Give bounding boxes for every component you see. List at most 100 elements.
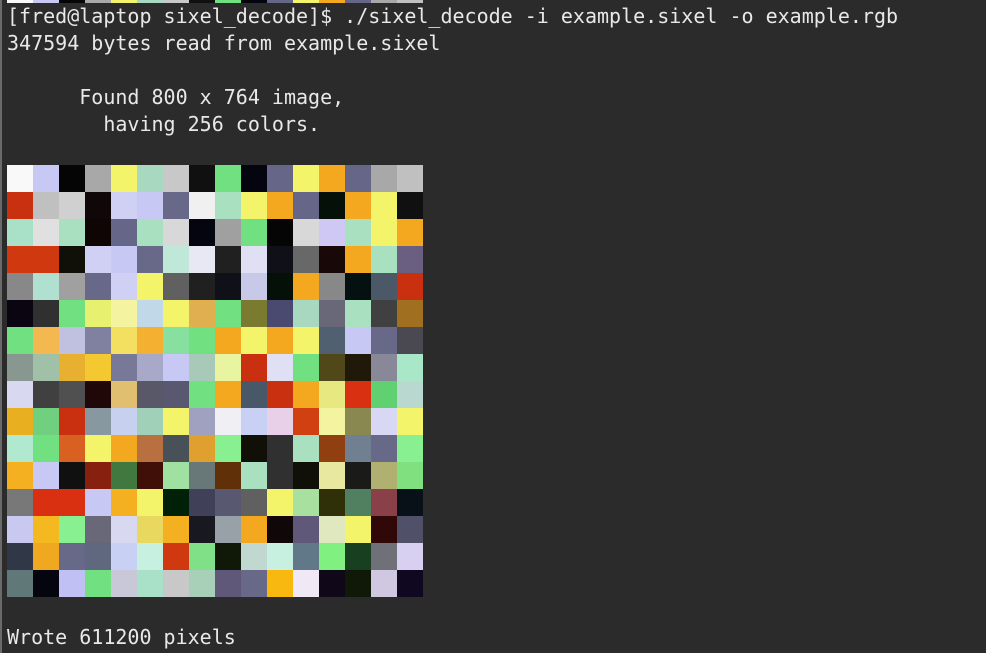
image-pixel bbox=[33, 516, 59, 543]
image-pixel bbox=[137, 462, 163, 489]
image-pixel bbox=[85, 246, 111, 273]
image-pixel bbox=[397, 489, 423, 516]
image-pixel bbox=[371, 570, 397, 597]
image-pixel bbox=[163, 354, 189, 381]
image-pixel bbox=[33, 489, 59, 516]
image-pixel bbox=[371, 408, 397, 435]
image-pixel bbox=[267, 462, 293, 489]
image-pixel bbox=[189, 219, 215, 246]
image-pixel bbox=[293, 219, 319, 246]
image-pixel bbox=[241, 543, 267, 570]
image-pixel bbox=[371, 354, 397, 381]
image-pixel bbox=[189, 165, 215, 192]
image-pixel bbox=[319, 381, 345, 408]
image-pixel bbox=[85, 192, 111, 219]
image-pixel bbox=[293, 381, 319, 408]
image-pixel bbox=[59, 273, 85, 300]
image-pixel bbox=[267, 381, 293, 408]
image-pixel bbox=[111, 408, 137, 435]
image-pixel bbox=[371, 273, 397, 300]
image-pixel bbox=[59, 246, 85, 273]
image-pixel bbox=[345, 246, 371, 273]
image-pixel bbox=[293, 165, 319, 192]
image-pixel bbox=[33, 273, 59, 300]
image-pixel bbox=[85, 516, 111, 543]
image-pixel bbox=[267, 300, 293, 327]
image-pixel bbox=[33, 543, 59, 570]
image-pixel bbox=[163, 192, 189, 219]
image-pixel bbox=[163, 435, 189, 462]
image-pixel bbox=[371, 462, 397, 489]
image-pixel bbox=[33, 354, 59, 381]
image-pixel bbox=[345, 300, 371, 327]
image-pixel bbox=[293, 435, 319, 462]
image-pixel bbox=[215, 354, 241, 381]
image-pixel bbox=[189, 354, 215, 381]
image-pixel bbox=[345, 273, 371, 300]
image-pixel bbox=[241, 570, 267, 597]
image-pixel bbox=[7, 192, 33, 219]
image-pixel bbox=[111, 435, 137, 462]
image-pixel bbox=[137, 327, 163, 354]
image-pixel bbox=[85, 570, 111, 597]
image-pixel bbox=[345, 489, 371, 516]
image-pixel bbox=[33, 570, 59, 597]
image-pixel bbox=[397, 354, 423, 381]
image-pixel bbox=[163, 489, 189, 516]
image-pixel bbox=[189, 570, 215, 597]
image-pixel bbox=[33, 408, 59, 435]
image-pixel bbox=[163, 408, 189, 435]
image-pixel bbox=[33, 435, 59, 462]
image-pixel bbox=[267, 435, 293, 462]
image-pixel bbox=[111, 381, 137, 408]
image-pixel bbox=[397, 300, 423, 327]
image-pixel bbox=[267, 570, 293, 597]
image-pixel bbox=[137, 165, 163, 192]
image-pixel bbox=[59, 165, 85, 192]
image-pixel bbox=[33, 246, 59, 273]
image-pixel bbox=[397, 435, 423, 462]
image-pixel bbox=[7, 219, 33, 246]
image-pixel bbox=[293, 462, 319, 489]
image-pixel bbox=[293, 273, 319, 300]
image-pixel bbox=[397, 165, 423, 192]
image-pixel bbox=[59, 300, 85, 327]
image-pixel bbox=[7, 246, 33, 273]
image-pixel bbox=[371, 219, 397, 246]
image-pixel bbox=[137, 543, 163, 570]
image-pixel bbox=[371, 516, 397, 543]
image-pixel bbox=[137, 354, 163, 381]
image-pixel bbox=[85, 300, 111, 327]
image-pixel bbox=[59, 327, 85, 354]
image-pixel bbox=[7, 381, 33, 408]
image-pixel bbox=[163, 165, 189, 192]
image-pixel bbox=[371, 435, 397, 462]
image-pixel bbox=[319, 192, 345, 219]
image-pixel bbox=[137, 219, 163, 246]
image-pixel bbox=[397, 570, 423, 597]
image-pixel bbox=[345, 435, 371, 462]
image-pixel bbox=[7, 516, 33, 543]
image-pixel bbox=[371, 300, 397, 327]
image-pixel bbox=[163, 273, 189, 300]
terminal-window[interactable]: [fred@laptop sixel_decode]$ ./sixel_deco… bbox=[0, 0, 986, 653]
image-pixel bbox=[241, 381, 267, 408]
image-pixel bbox=[163, 219, 189, 246]
image-pixel bbox=[163, 327, 189, 354]
image-pixel bbox=[293, 543, 319, 570]
image-pixel bbox=[111, 543, 137, 570]
image-pixel bbox=[397, 408, 423, 435]
image-pixel bbox=[33, 192, 59, 219]
image-pixel bbox=[59, 489, 85, 516]
image-pixel bbox=[241, 219, 267, 246]
window-border bbox=[0, 0, 2, 653]
image-pixel bbox=[215, 300, 241, 327]
image-pixel bbox=[59, 354, 85, 381]
image-pixel bbox=[345, 462, 371, 489]
image-pixel bbox=[345, 165, 371, 192]
image-pixel bbox=[85, 381, 111, 408]
image-pixel bbox=[85, 489, 111, 516]
image-pixel bbox=[189, 489, 215, 516]
image-pixel bbox=[7, 489, 33, 516]
image-pixel bbox=[137, 489, 163, 516]
